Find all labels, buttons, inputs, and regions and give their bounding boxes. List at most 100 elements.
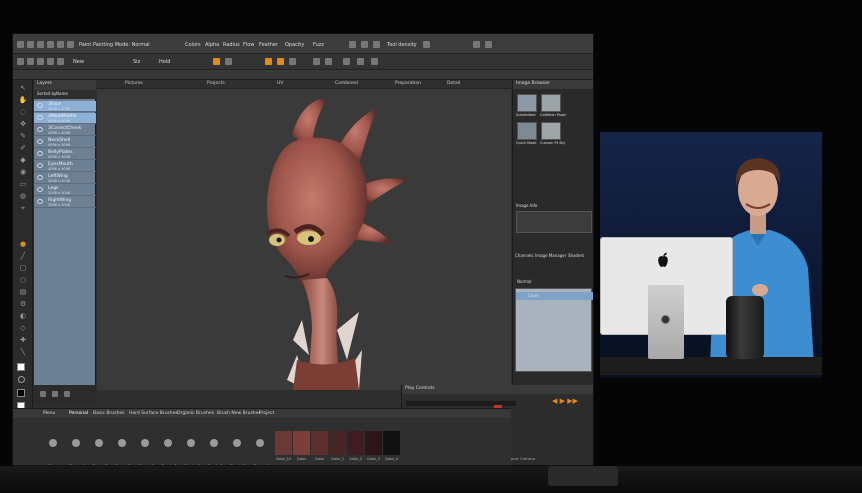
lights-icon[interactable] (357, 58, 364, 65)
layer-row[interactable]: 3MoldMiddle 4096 x 4096 (34, 113, 96, 124)
layer-row[interactable]: BellyPlates 4096 x 4096 (34, 149, 96, 160)
sample-tool-icon[interactable]: ✚ (18, 336, 28, 344)
brush-icon[interactable] (349, 41, 356, 48)
shade-icon[interactable] (325, 58, 332, 65)
brush-tool-icon[interactable]: ✎ (18, 132, 28, 140)
eye-icon[interactable] (37, 199, 43, 204)
blend-mode-select[interactable]: Normal (517, 280, 531, 284)
eye-icon[interactable] (37, 139, 43, 144)
image-thumb-4[interactable] (541, 122, 561, 140)
brush-preset[interactable]: Brush_3 (112, 433, 132, 465)
3d-viewport[interactable] (97, 80, 511, 390)
viewport-tab[interactable]: Projects (207, 81, 225, 86)
smudge-tool-icon[interactable]: ✐ (18, 144, 28, 152)
paint-menu[interactable]: Paint (79, 43, 91, 48)
opacity-field[interactable]: Opacity (285, 43, 304, 48)
hold-field[interactable]: Hold (159, 60, 170, 65)
mask-tool-icon[interactable]: ◐ (18, 312, 28, 320)
save-icon[interactable] (37, 41, 44, 48)
shelf-tab[interactable]: Basic Brushes (93, 411, 124, 416)
layer-row[interactable]: 3CorrectCheek 4096 x 4096 (34, 125, 96, 136)
eye-icon[interactable] (37, 163, 43, 168)
brush-preset[interactable]: Brush_9 (250, 433, 270, 465)
clone-icon[interactable] (373, 41, 380, 48)
color-swatch[interactable]: Color_2 (347, 431, 364, 461)
blur-tool-icon[interactable]: ◍ (18, 192, 28, 200)
eye-icon[interactable] (37, 151, 43, 156)
play-button-icon[interactable]: ◀ ▶ ▶▶ (552, 397, 578, 405)
clear-icon[interactable] (289, 58, 296, 65)
brush-preset[interactable]: Brush_6 (181, 433, 201, 465)
brush-preset[interactable]: Brush_8 (227, 433, 247, 465)
color-swatch[interactable]: Color_4 (383, 431, 400, 461)
size-field[interactable]: Siz (133, 60, 140, 65)
shelf-tab[interactable]: Personal (69, 411, 88, 416)
image-thumb-1[interactable] (517, 94, 537, 112)
eye-icon[interactable] (37, 103, 43, 108)
brush-preset[interactable]: Brush_5 (158, 433, 178, 465)
circle-tool-icon[interactable]: ○ (18, 276, 28, 284)
picker-tool-icon[interactable]: ⌖ (18, 204, 28, 212)
transform-tool-icon[interactable]: ✥ (18, 120, 28, 128)
flow-field[interactable]: Flow (243, 43, 254, 48)
channels-tab[interactable]: Channels (515, 254, 534, 258)
color-swatch[interactable]: Color_1 (329, 431, 346, 461)
radius-field[interactable]: Radius (223, 43, 240, 48)
painting-mode-select[interactable]: Painting Mode: Normal (93, 43, 150, 48)
layer-row[interactable]: RightWing 2048 x 2048 (34, 197, 96, 208)
color-swatch[interactable]: Color (311, 431, 328, 461)
alpha-toggle[interactable]: Alpha (205, 43, 219, 48)
layer-row[interactable]: NeckShell 4096 x 4096 (34, 137, 96, 148)
layer-row[interactable]: 3Face 4096 x 4096 (34, 101, 96, 112)
open-icon[interactable] (27, 41, 34, 48)
rotate-icon[interactable] (37, 58, 44, 65)
hand-tool-icon[interactable]: ✋ (18, 96, 28, 104)
eraser-tool-icon[interactable]: ▭ (18, 180, 28, 188)
redo-icon[interactable] (57, 41, 64, 48)
sort-select[interactable]: Name (56, 92, 68, 96)
feather-field[interactable]: Feather (259, 43, 278, 48)
brush-preset[interactable]: Brush (43, 433, 63, 465)
shelf-tab[interactable]: Menu (43, 411, 55, 416)
select-tool-icon[interactable]: ↖ (18, 84, 28, 92)
brush-preset[interactable]: Brush_1 (66, 433, 86, 465)
gradient-tool-icon[interactable]: ▤ (18, 288, 28, 296)
shaders-tab[interactable]: Shaders (568, 254, 584, 258)
layer-row[interactable]: EyesMouth 4096 x 4096 (34, 161, 96, 172)
shelf-tab[interactable]: Brush New Brushes (217, 411, 261, 416)
file-icon[interactable] (17, 41, 24, 48)
paint-through-icon[interactable] (213, 58, 220, 65)
project-icon[interactable] (265, 58, 272, 65)
eye-icon[interactable] (37, 187, 43, 192)
select-icon[interactable] (17, 58, 24, 65)
eye-icon[interactable] (37, 115, 43, 120)
shelf-tab[interactable]: Organic Brushes (177, 411, 214, 416)
color-swatch[interactable]: Color_3 (365, 431, 382, 461)
wireframe-icon[interactable] (313, 58, 320, 65)
stamp-icon[interactable] (361, 41, 368, 48)
color-swatch[interactable]: Color_10 (275, 431, 292, 461)
grid-icon[interactable] (423, 41, 430, 48)
shelf-tab[interactable]: Project (259, 411, 274, 416)
add-layer-icon[interactable] (64, 391, 70, 397)
move-icon[interactable] (27, 58, 34, 65)
shelf-tab[interactable]: Hard Surface Brushes (129, 411, 178, 416)
bake-icon[interactable] (277, 58, 284, 65)
eye-icon[interactable] (37, 127, 43, 132)
layer-row[interactable]: Legs 2048 x 2048 (34, 185, 96, 196)
camera-icon[interactable] (473, 41, 480, 48)
line-tool-icon[interactable]: ╱ (18, 252, 28, 260)
view-icon[interactable] (343, 58, 350, 65)
paint-tool-icon[interactable]: ● (18, 240, 28, 248)
mask-icon[interactable] (225, 58, 232, 65)
layer-row[interactable]: LeftWing 2048 x 2048 (34, 173, 96, 184)
background-color-swatch[interactable] (17, 389, 25, 397)
image-thumb-3[interactable] (517, 122, 537, 140)
visibility-icon[interactable] (40, 391, 46, 397)
image-manager-tab[interactable]: Image Manager (535, 254, 566, 258)
selected-layer-row[interactable]: Layer (516, 292, 593, 300)
scale-icon[interactable] (47, 58, 54, 65)
viewport-tab[interactable]: UV (277, 81, 283, 86)
fuzz-field[interactable]: Fuzz (313, 43, 324, 48)
tool-density-field[interactable]: Tool density (387, 43, 417, 48)
